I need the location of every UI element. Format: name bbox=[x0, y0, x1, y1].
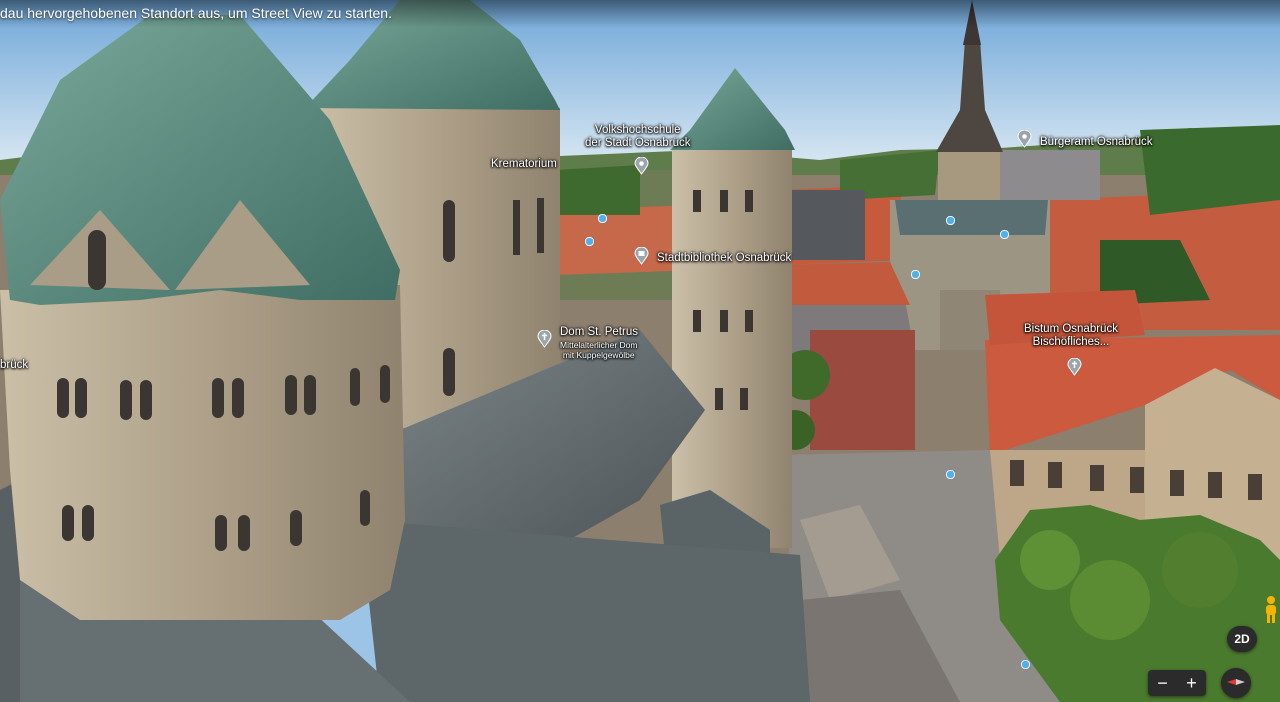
street-view-hint-bar: dau hervorgehobenen Standort aus, um Str… bbox=[0, 0, 1280, 28]
label-cut-off-left[interactable]: brück bbox=[0, 359, 28, 372]
label-dom-description[interactable]: Mittelalterlicher Dom mit Kuppelgewölbe bbox=[560, 340, 637, 360]
zoom-in-icon[interactable]: + bbox=[1177, 670, 1206, 696]
poi-dot[interactable] bbox=[585, 237, 594, 246]
zoom-controls: − + bbox=[1148, 670, 1206, 696]
zoom-out-icon[interactable]: − bbox=[1148, 670, 1177, 696]
poi-dot[interactable] bbox=[1000, 230, 1009, 239]
label-bistum-osnabrueck[interactable]: Bistum Osnabrück Bischöfliches... bbox=[1024, 323, 1118, 349]
label-buergeramt[interactable]: Bürgeramt Osnabrück bbox=[1040, 136, 1153, 149]
map-3d-view[interactable] bbox=[0, 0, 1280, 702]
poi-dot[interactable] bbox=[946, 470, 955, 479]
label-krematorium[interactable]: Krematorium bbox=[491, 158, 557, 171]
church-pin-icon[interactable] bbox=[537, 330, 552, 348]
street-view-hint-text: dau hervorgehobenen Standort aus, um Str… bbox=[0, 5, 392, 21]
library-pin-icon[interactable] bbox=[634, 247, 649, 265]
label-stadtbibliothek[interactable]: Stadtbibliothek Osnabrück bbox=[657, 252, 791, 265]
poi-dot[interactable] bbox=[911, 270, 920, 279]
poi-dot[interactable] bbox=[598, 214, 607, 223]
poi-dot[interactable] bbox=[946, 216, 955, 225]
place-pin-icon[interactable] bbox=[1017, 130, 1032, 148]
pegman-icon[interactable] bbox=[1262, 595, 1280, 625]
label-dom-st-petrus[interactable]: Dom St. Petrus bbox=[560, 326, 638, 339]
church-pin-icon[interactable] bbox=[1067, 358, 1082, 376]
compass-icon[interactable] bbox=[1221, 668, 1251, 698]
label-volkshochschule[interactable]: Volkshochschule der Stadt Osnabrück bbox=[585, 124, 690, 150]
poi-dot[interactable] bbox=[1021, 660, 1030, 669]
place-pin-icon[interactable] bbox=[634, 157, 649, 175]
toggle-2d-button[interactable]: 2D bbox=[1227, 626, 1257, 652]
